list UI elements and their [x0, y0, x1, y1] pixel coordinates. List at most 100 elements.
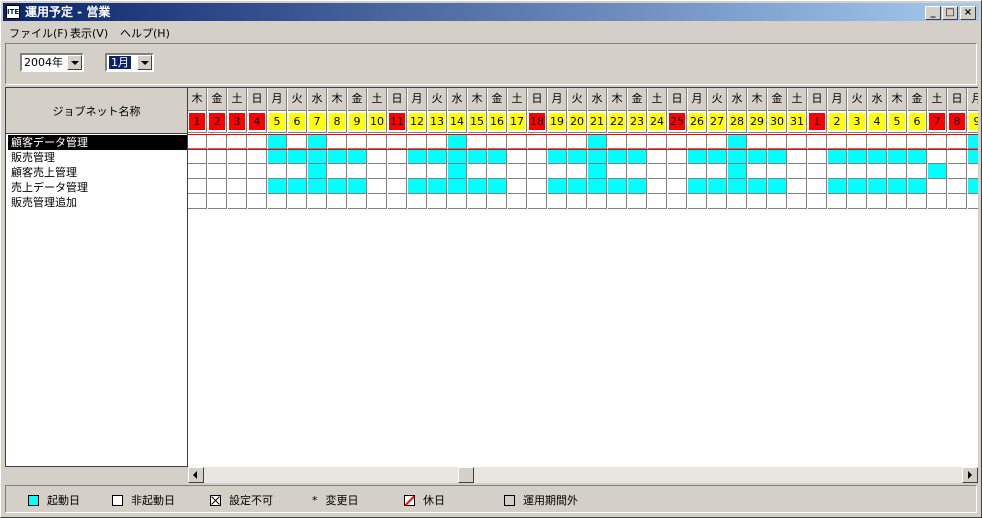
date-header[interactable]: 22 — [608, 110, 627, 133]
schedule-cell[interactable] — [748, 164, 767, 179]
date-header[interactable]: 9 — [348, 110, 367, 133]
schedule-cell[interactable] — [948, 134, 967, 149]
schedule-cell[interactable] — [928, 194, 947, 209]
schedule-cell[interactable] — [208, 179, 227, 194]
month-select[interactable]: 1月 — [105, 53, 154, 72]
schedule-cell[interactable] — [808, 179, 827, 194]
schedule-cell[interactable] — [848, 179, 867, 194]
schedule-cell[interactable] — [888, 134, 907, 149]
schedule-cell[interactable] — [248, 149, 267, 164]
schedule-cell[interactable] — [588, 134, 607, 149]
date-header[interactable]: 31 — [788, 110, 807, 133]
schedule-cell[interactable] — [508, 149, 527, 164]
schedule-cell[interactable] — [888, 164, 907, 179]
schedule-cell[interactable] — [628, 179, 647, 194]
schedule-cell[interactable] — [848, 164, 867, 179]
schedule-cell[interactable] — [908, 194, 927, 209]
schedule-cell[interactable] — [968, 149, 978, 164]
minimize-button[interactable]: _ — [925, 6, 941, 20]
jobnet-item[interactable]: 販売管理 — [8, 150, 187, 165]
schedule-cell[interactable] — [728, 164, 747, 179]
schedule-cell[interactable] — [568, 134, 587, 149]
schedule-cell[interactable] — [908, 134, 927, 149]
schedule-cell[interactable] — [928, 179, 947, 194]
schedule-cell[interactable] — [688, 149, 707, 164]
schedule-cell[interactable] — [248, 194, 267, 209]
scroll-right-icon[interactable] — [962, 467, 978, 483]
schedule-cell[interactable] — [688, 164, 707, 179]
schedule-cell[interactable] — [828, 134, 847, 149]
date-header[interactable]: 18 — [528, 110, 547, 133]
schedule-cell[interactable] — [768, 179, 787, 194]
schedule-cell[interactable] — [228, 179, 247, 194]
schedule-cell[interactable] — [188, 149, 207, 164]
schedule-cell[interactable] — [948, 179, 967, 194]
schedule-cell[interactable] — [488, 179, 507, 194]
schedule-cell[interactable] — [868, 134, 887, 149]
schedule-cell[interactable] — [428, 134, 447, 149]
schedule-cell[interactable] — [748, 149, 767, 164]
schedule-cell[interactable] — [448, 194, 467, 209]
schedule-cell[interactable] — [268, 134, 287, 149]
schedule-cell[interactable] — [728, 179, 747, 194]
schedule-cell[interactable] — [368, 134, 387, 149]
schedule-cell[interactable] — [668, 179, 687, 194]
schedule-cell[interactable] — [628, 134, 647, 149]
schedule-cell[interactable] — [528, 149, 547, 164]
schedule-cell[interactable] — [688, 134, 707, 149]
schedule-cell[interactable] — [848, 134, 867, 149]
schedule-cell[interactable] — [468, 194, 487, 209]
date-header[interactable]: 13 — [428, 110, 447, 133]
schedule-cell[interactable] — [468, 164, 487, 179]
schedule-cell[interactable] — [748, 194, 767, 209]
schedule-cell[interactable] — [628, 164, 647, 179]
schedule-cell[interactable] — [708, 179, 727, 194]
schedule-cell[interactable] — [788, 149, 807, 164]
date-header[interactable]: 1 — [808, 110, 827, 133]
date-header[interactable]: 2 — [828, 110, 847, 133]
schedule-cell[interactable] — [968, 164, 978, 179]
schedule-cell[interactable] — [388, 134, 407, 149]
date-header[interactable]: 20 — [568, 110, 587, 133]
schedule-cell[interactable] — [388, 149, 407, 164]
schedule-cell[interactable] — [668, 134, 687, 149]
date-header[interactable]: 24 — [648, 110, 667, 133]
date-header[interactable]: 6 — [288, 110, 307, 133]
schedule-cell[interactable] — [608, 179, 627, 194]
schedule-cell[interactable] — [868, 179, 887, 194]
schedule-cell[interactable] — [768, 194, 787, 209]
schedule-cell[interactable] — [508, 194, 527, 209]
schedule-cell[interactable] — [928, 134, 947, 149]
schedule-cell[interactable] — [188, 134, 207, 149]
schedule-cell[interactable] — [268, 149, 287, 164]
schedule-cell[interactable] — [268, 179, 287, 194]
jobnet-item[interactable]: 顧客データ管理 — [8, 135, 187, 150]
date-header[interactable]: 26 — [688, 110, 707, 133]
schedule-cell[interactable] — [368, 179, 387, 194]
date-header[interactable]: 3 — [228, 110, 247, 133]
schedule-cell[interactable] — [448, 179, 467, 194]
schedule-cell[interactable] — [308, 164, 327, 179]
menu-help[interactable]: ヘルプ(H) — [120, 25, 170, 41]
year-select[interactable]: 2004年 — [20, 53, 84, 72]
schedule-cell[interactable] — [268, 164, 287, 179]
schedule-cell[interactable] — [228, 149, 247, 164]
schedule-cell[interactable] — [868, 194, 887, 209]
schedule-cell[interactable] — [908, 164, 927, 179]
schedule-cell[interactable] — [368, 149, 387, 164]
schedule-cell[interactable] — [708, 149, 727, 164]
date-header[interactable]: 1 — [188, 110, 207, 133]
schedule-cell[interactable] — [768, 134, 787, 149]
schedule-cell[interactable] — [528, 194, 547, 209]
schedule-cell[interactable] — [688, 179, 707, 194]
schedule-cell[interactable] — [748, 179, 767, 194]
schedule-cell[interactable] — [808, 149, 827, 164]
schedule-cell[interactable] — [348, 149, 367, 164]
scroll-thumb[interactable] — [458, 467, 474, 483]
schedule-cell[interactable] — [668, 194, 687, 209]
schedule-cell[interactable] — [828, 149, 847, 164]
schedule-cell[interactable] — [928, 164, 947, 179]
schedule-cell[interactable] — [608, 134, 627, 149]
schedule-cell[interactable] — [828, 194, 847, 209]
chevron-down-icon[interactable] — [137, 55, 152, 70]
